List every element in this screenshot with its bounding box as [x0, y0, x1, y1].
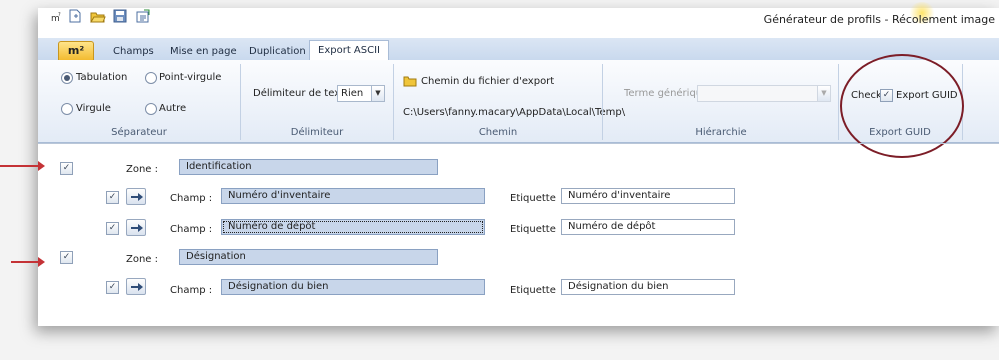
- radio-tabulation[interactable]: [61, 72, 73, 84]
- etiquette-label: Etiquette: [510, 193, 556, 204]
- tab-export-ascii[interactable]: Export ASCII: [309, 40, 389, 61]
- etiquette-field[interactable]: Numéro d'inventaire: [561, 188, 735, 204]
- radio-autre[interactable]: [145, 103, 157, 115]
- champ-field[interactable]: Numéro de dépôt: [221, 219, 485, 235]
- arrow-right-icon: [131, 224, 143, 232]
- chevron-down-icon[interactable]: ▼: [371, 86, 384, 101]
- champ-label: Champ :: [170, 285, 213, 296]
- zone-checkbox[interactable]: ✓: [60, 162, 73, 175]
- arrow-right-icon: [131, 193, 143, 201]
- label-virgule: Virgule: [76, 103, 111, 114]
- tab-duplication[interactable]: Duplication: [249, 43, 306, 60]
- zone-name-field[interactable]: Identification: [179, 159, 438, 175]
- label-point-virgule: Point-virgule: [159, 72, 222, 83]
- arrow-right-icon: [131, 283, 143, 291]
- champ-label: Champ :: [170, 193, 213, 204]
- tab-mise-en-page[interactable]: Mise en page: [170, 43, 237, 60]
- chemin-export-button[interactable]: Chemin du fichier d'export: [421, 76, 554, 87]
- label-terme-generique: Terme générique: [624, 88, 709, 99]
- label-tabulation: Tabulation: [76, 72, 128, 83]
- radio-virgule[interactable]: [61, 103, 73, 115]
- move-field-button[interactable]: [126, 278, 146, 295]
- group-title-chemin: Chemin: [478, 127, 518, 138]
- open-folder-icon[interactable]: [90, 9, 106, 23]
- zone-label: Zone :: [126, 164, 159, 175]
- group-title-delimiteur: Délimiteur: [290, 127, 344, 138]
- chevron-down-icon[interactable]: ▼: [817, 86, 830, 101]
- delimiteur-value: Rien: [341, 88, 364, 99]
- etiquette-label: Etiquette: [510, 285, 556, 296]
- tab-champs[interactable]: Champs: [113, 43, 154, 60]
- m-icon[interactable]: m?: [50, 9, 64, 24]
- champ-label: Champ :: [170, 224, 213, 235]
- group-title-separateur: Séparateur: [111, 127, 167, 138]
- move-field-button[interactable]: [126, 188, 146, 205]
- group-divider: [602, 64, 603, 140]
- group-divider: [838, 64, 839, 140]
- folder-icon: [403, 75, 417, 87]
- label-delimiteur-texte: Délimiteur de texte: [253, 88, 351, 99]
- save-icon[interactable]: [113, 9, 127, 23]
- group-divider: [240, 64, 241, 140]
- etiquette-field[interactable]: Désignation du bien: [561, 279, 735, 295]
- delimiteur-combo[interactable]: Rien ▼: [337, 85, 385, 102]
- move-field-button[interactable]: [126, 219, 146, 236]
- annotation-arrow-zone-2: [11, 257, 45, 267]
- champ-field[interactable]: Désignation du bien: [221, 279, 485, 295]
- radio-point-virgule[interactable]: [145, 72, 157, 84]
- new-doc-icon[interactable]: [68, 9, 82, 23]
- group-title-hierarchie: Hiérarchie: [695, 127, 747, 138]
- window-title: Générateur de profils - Récolement image: [763, 13, 995, 26]
- svg-text:?: ?: [58, 12, 61, 18]
- zone-checkbox[interactable]: ✓: [60, 251, 73, 264]
- field-checkbox[interactable]: ✓: [106, 191, 119, 204]
- ribbon-bottom-border: [38, 143, 999, 144]
- field-checkbox[interactable]: ✓: [106, 222, 119, 235]
- annotation-arrow-zone-1: [0, 161, 45, 171]
- app-menu-button[interactable]: m²: [58, 41, 94, 61]
- terme-generique-combo[interactable]: ▼: [697, 85, 831, 102]
- zone-label: Zone :: [126, 254, 159, 265]
- field-checkbox[interactable]: ✓: [106, 281, 119, 294]
- etiquette-field[interactable]: Numéro de dépôt: [561, 219, 735, 235]
- zone-name-field[interactable]: Désignation: [179, 249, 438, 265]
- group-divider: [393, 64, 394, 140]
- chemin-path-text: C:\Users\fanny.macary\AppData\Local\Temp…: [403, 107, 626, 118]
- champ-field[interactable]: Numéro d'inventaire: [221, 188, 485, 204]
- etiquette-label: Etiquette: [510, 224, 556, 235]
- export-icon[interactable]: [136, 9, 150, 23]
- label-autre: Autre: [159, 103, 187, 114]
